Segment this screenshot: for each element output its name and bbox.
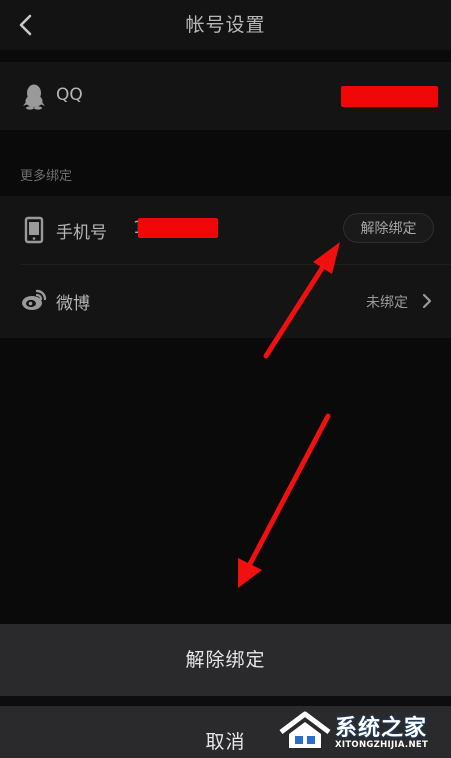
account-settings-screen: 帐号设置 QQ 更多绑定 手机号 1 解除绑定: [0, 0, 451, 758]
watermark-title: 系统之家: [335, 716, 428, 741]
site-watermark: 系统之家 XITONGZHIJIA.NET: [273, 704, 451, 758]
phone-icon: [24, 216, 44, 244]
qq-binding-row[interactable]: QQ: [0, 62, 451, 130]
more-bindings-section-title: 更多绑定: [20, 169, 73, 184]
chevron-right-icon[interactable]: [421, 292, 433, 310]
qq-account-redaction: [341, 86, 438, 107]
weibo-status[interactable]: 未绑定: [366, 292, 408, 312]
house-logo-icon: [279, 711, 331, 748]
qq-penguin-icon: [23, 84, 45, 110]
row-divider: [20, 264, 451, 265]
weibo-label: 微博: [56, 294, 90, 314]
unbind-phone-button[interactable]: 解除绑定: [343, 213, 434, 243]
page-title: 帐号设置: [185, 14, 266, 36]
annotation-arrow-down: [238, 413, 331, 588]
phone-label: 手机号: [56, 223, 107, 243]
more-bindings-list: 手机号 1 解除绑定 微博 未绑定: [0, 196, 451, 338]
qq-label: QQ: [56, 85, 83, 105]
weibo-icon: [22, 289, 47, 310]
top-bar: 帐号设置: [0, 0, 451, 50]
watermark-url: XITONGZHIJIA.NET: [335, 740, 429, 750]
confirm-unbind-button[interactable]: 解除绑定: [0, 624, 451, 696]
phone-number-redaction: [138, 218, 218, 238]
